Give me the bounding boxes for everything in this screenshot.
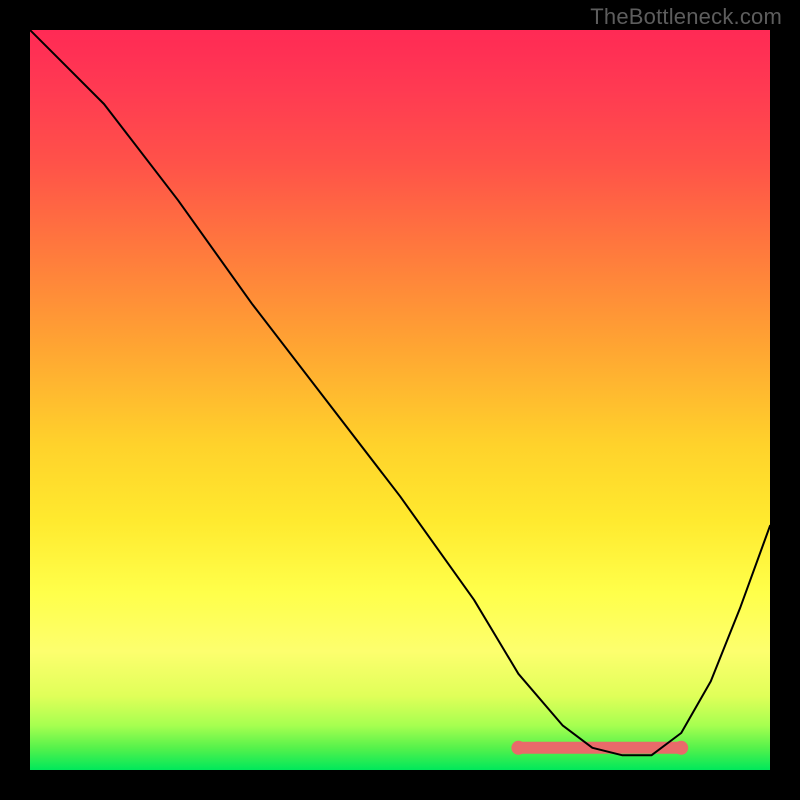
bottleneck-curve [30,30,770,755]
watermark-text: TheBottleneck.com [590,4,782,30]
chart-overlay [30,30,770,770]
plot-area [30,30,770,770]
highlight-end-dot [674,741,688,755]
chart-frame: TheBottleneck.com [0,0,800,800]
